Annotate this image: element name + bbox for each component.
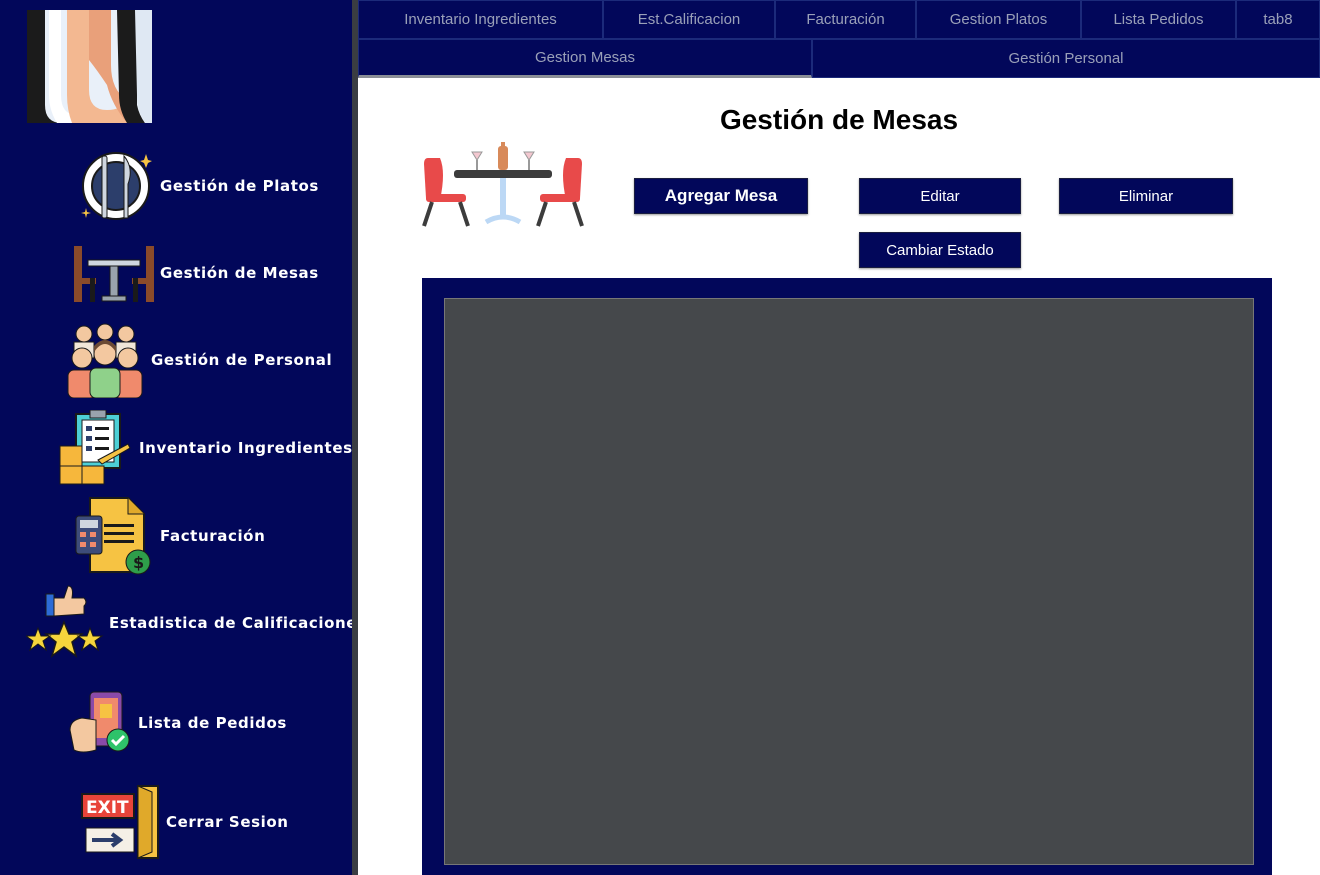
tab-lista-pedidos[interactable]: Lista Pedidos: [1081, 0, 1236, 39]
sidebar-item-inventario-ingredientes[interactable]: Inventario Ingredientes: [58, 409, 353, 486]
tab-tab8[interactable]: tab8: [1236, 0, 1320, 39]
main-panel: Gestión de Mesas Agregar Mesa Editar Eli…: [358, 78, 1320, 875]
sidebar-item-label: Gestión de Mesas: [160, 264, 319, 282]
tab-gestion-mesas[interactable]: Gestion Mesas: [358, 39, 812, 78]
sidebar-item-label: Lista de Pedidos: [138, 714, 287, 732]
thumbs-up-stars-icon: [24, 584, 104, 662]
sidebar-item-lista-pedidos[interactable]: Lista de Pedidos: [68, 690, 287, 756]
tab-bar: Inventario Ingredientes Est.Calificacion…: [358, 0, 1320, 78]
change-status-button[interactable]: Cambiar Estado: [859, 232, 1021, 268]
svg-text:EXIT: EXIT: [86, 798, 129, 818]
sidebar-item-label: Estadistica de Calificaciones: [109, 614, 367, 632]
exit-door-icon: EXIT: [80, 784, 160, 860]
svg-text:$: $: [133, 553, 144, 572]
hand-logo-icon: [27, 10, 152, 123]
sidebar-item-label: Facturación: [160, 527, 266, 545]
plate-cutlery-icon: [80, 148, 152, 224]
sidebar-item-gestion-mesas[interactable]: Gestión de Mesas: [72, 242, 319, 304]
sidebar-item-label: Cerrar Sesion: [166, 813, 289, 831]
sidebar-item-gestion-platos[interactable]: Gestión de Platos: [80, 148, 319, 224]
sidebar-item-label: Gestión de Platos: [160, 177, 319, 195]
tables-grid[interactable]: [444, 298, 1254, 865]
tab-est-calificacion[interactable]: Est.Calificacion: [603, 0, 775, 39]
add-table-button[interactable]: Agregar Mesa: [634, 178, 808, 214]
staff-group-icon: [66, 322, 144, 399]
sidebar-item-label: Gestión de Personal: [151, 351, 333, 369]
tables-panel: [422, 278, 1272, 875]
tab-facturacion[interactable]: Facturación: [775, 0, 916, 39]
edit-button[interactable]: Editar: [859, 178, 1021, 214]
page-title: Gestión de Mesas: [719, 104, 959, 135]
sidebar-item-label: Inventario Ingredientes: [139, 439, 353, 457]
sidebar-item-cerrar-sesion[interactable]: EXIT Cerrar Sesion: [80, 784, 289, 860]
tab-gestion-personal[interactable]: Gestión Personal: [812, 39, 1320, 78]
tab-inventario-ingredientes[interactable]: Inventario Ingredientes: [358, 0, 603, 39]
delete-button[interactable]: Eliminar: [1059, 178, 1233, 214]
invoice-calculator-icon: $: [74, 496, 154, 576]
table-chairs-icon: [72, 242, 156, 304]
sidebar-item-gestion-personal[interactable]: Gestión de Personal: [66, 322, 333, 399]
phone-order-icon: [68, 690, 134, 756]
sidebar: Gestión de Platos Gestión de Mesas Gesti…: [0, 0, 366, 875]
inventory-clipboard-icon: [58, 409, 132, 486]
sidebar-item-facturacion[interactable]: $ Facturación: [74, 496, 265, 576]
tab-gestion-platos[interactable]: Gestion Platos: [916, 0, 1081, 39]
dining-table-icon: [420, 142, 586, 228]
sidebar-item-estadistica-calificaciones[interactable]: Estadistica de Calificaciones: [24, 584, 367, 662]
